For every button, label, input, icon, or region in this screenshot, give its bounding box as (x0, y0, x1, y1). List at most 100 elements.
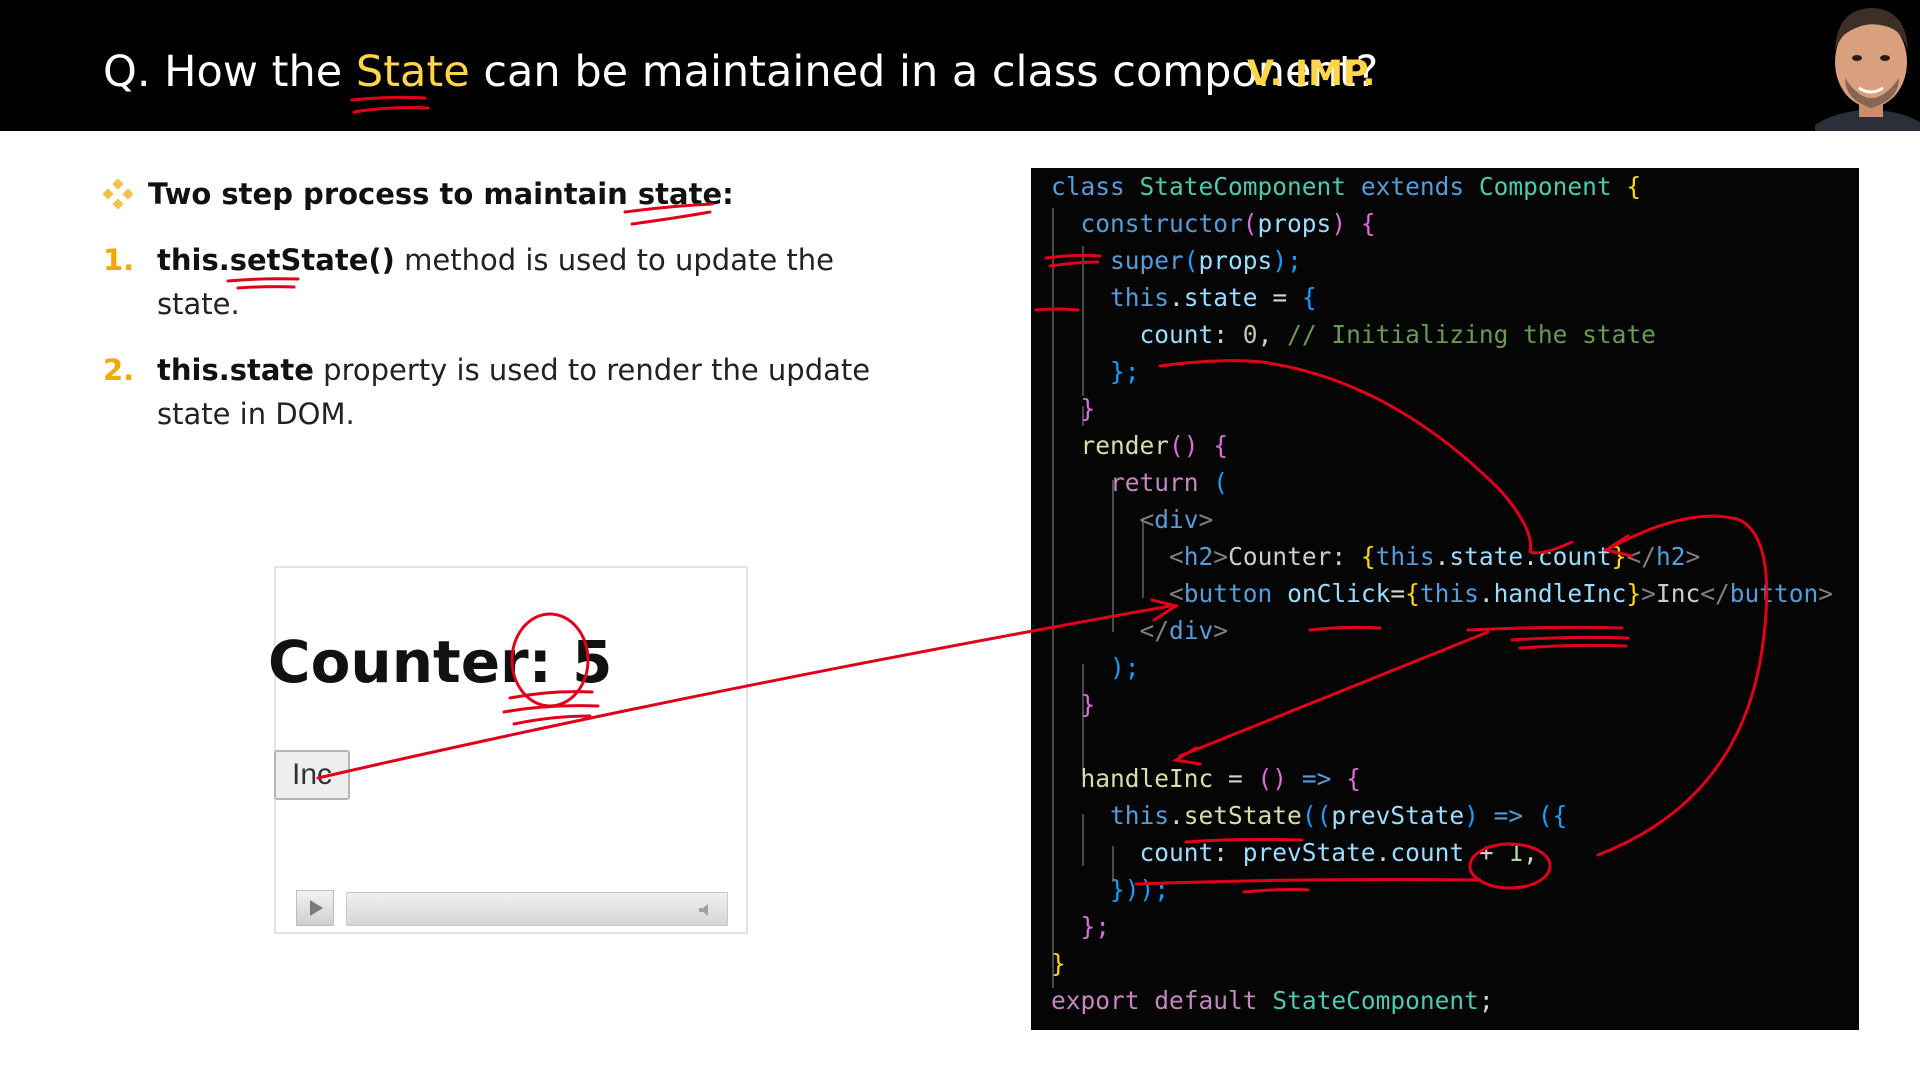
code-token: Counter: (1228, 542, 1361, 571)
code-token: export (1051, 986, 1140, 1015)
list-item: 1. this.setState() method is used to upd… (103, 238, 923, 328)
code-token: 0 (1242, 320, 1258, 349)
code-token: super (1110, 246, 1184, 275)
code-token: state (1449, 542, 1524, 571)
code-token: > (1213, 616, 1229, 645)
code-token: } (1051, 949, 1066, 978)
code-token: ({ (1537, 801, 1568, 830)
code-token: }; (1110, 357, 1140, 386)
importance-badge: V. IMP. (1247, 54, 1376, 94)
play-icon (310, 900, 323, 916)
code-line: count: 0, // Initializing the state (1051, 316, 1833, 353)
code-token: this (1419, 579, 1479, 608)
code-token: ); (1110, 653, 1140, 682)
code-token: . (1478, 579, 1494, 608)
code-token: . (1169, 801, 1184, 830)
code-comment: // Initializing the state (1287, 320, 1656, 349)
code-line: handleInc = () => { (1051, 760, 1833, 797)
code-token: 1 (1508, 838, 1524, 867)
list-bold-text: this.setState() (157, 243, 395, 277)
code-token: . (1523, 542, 1538, 571)
code-line: this.setState((prevState) => ({ (1051, 797, 1833, 834)
code-token: (( (1301, 801, 1332, 830)
code-line: super(props); (1051, 242, 1833, 279)
question-prefix: Q. How the (103, 47, 356, 97)
volume-icon[interactable] (697, 901, 715, 919)
list-bold-text: this.state (157, 353, 314, 387)
list-text: this.setState() method is used to update… (157, 238, 877, 326)
code-token: handleInc (1080, 764, 1214, 793)
code-token: > (1818, 579, 1833, 608)
code-token: ; (1478, 986, 1494, 1015)
code-token: . (1375, 838, 1391, 867)
code-token: { (1360, 542, 1376, 571)
question-highlight: State (355, 47, 470, 97)
list-number: 1. (103, 243, 135, 277)
code-token: prevState (1331, 801, 1465, 830)
code-token: count (1390, 838, 1465, 867)
code-token: div (1154, 505, 1199, 534)
code-token: })); (1110, 875, 1170, 904)
progress-bar[interactable] (346, 892, 728, 926)
code-line: <button onClick={this.handleInc}>Inc</bu… (1051, 575, 1833, 612)
code-token: button (1183, 579, 1273, 608)
section-heading: Two step process to maintain state: (103, 172, 734, 216)
code-token: count (1139, 838, 1214, 867)
code-token: , (1257, 320, 1288, 349)
code-token: => (1478, 801, 1538, 830)
code-token: render (1080, 431, 1170, 460)
code-line: </div> (1051, 612, 1833, 649)
code-token: ) (1331, 209, 1347, 238)
code-token: props (1257, 209, 1332, 238)
code-line: class StateComponent extends Component { (1051, 168, 1833, 205)
code-token: ( (1213, 468, 1229, 497)
code-line: this.state = { (1051, 279, 1833, 316)
code-token: < (1169, 579, 1184, 608)
presenter-avatar (1815, 0, 1920, 131)
diamond-bullet-icon (103, 179, 133, 209)
code-token: . (1169, 283, 1184, 312)
code-token: div (1169, 616, 1214, 645)
code-token: + (1464, 838, 1509, 867)
header-bar: Q. How the State can be maintained in a … (0, 0, 1920, 131)
list-item: 2. this.state property is used to render… (103, 348, 923, 438)
code-token: prevState (1242, 838, 1376, 867)
code-token: }; (1080, 912, 1111, 941)
code-token: </ (1700, 579, 1730, 608)
code-token: { (1360, 209, 1376, 238)
code-line: render() { (1051, 427, 1833, 464)
code-line: count: prevState.count + 1, (1051, 834, 1833, 871)
code-token: > (1641, 579, 1656, 608)
code-line: <div> (1051, 501, 1833, 538)
code-token: Component (1478, 172, 1612, 201)
code-line: })); (1051, 871, 1833, 908)
inc-button[interactable]: Inc (274, 750, 350, 800)
code-token: onClick (1287, 579, 1391, 608)
code-line: } (1051, 945, 1833, 982)
code-token: setState (1183, 801, 1302, 830)
code-token: ( (1242, 209, 1258, 238)
code-token: () (1257, 764, 1288, 793)
code-token: this (1110, 283, 1170, 312)
code-token: > (1685, 542, 1701, 571)
heading-text: Two step process to maintain state: (148, 177, 734, 211)
code-token: </ (1139, 616, 1170, 645)
play-button[interactable] (296, 890, 334, 926)
question-suffix: can be maintained in a class component? (469, 47, 1379, 97)
code-token: } (1611, 542, 1627, 571)
code-token: </ (1626, 542, 1656, 571)
list-number: 2. (103, 353, 135, 387)
code-token: props (1198, 246, 1273, 275)
counter-value: 5 (572, 628, 613, 696)
code-token: { (1301, 283, 1317, 312)
code-token: class (1051, 172, 1125, 201)
code-token: . (1434, 542, 1450, 571)
code-token: } (1080, 690, 1096, 719)
code-editor-panel: class StateComponent extends Component {… (1031, 168, 1859, 1030)
code-token: default (1154, 986, 1258, 1015)
code-token: { (1626, 172, 1642, 201)
code-line: }; (1051, 908, 1833, 945)
code-token: h2 (1183, 542, 1214, 571)
code-token: = (1213, 764, 1258, 793)
